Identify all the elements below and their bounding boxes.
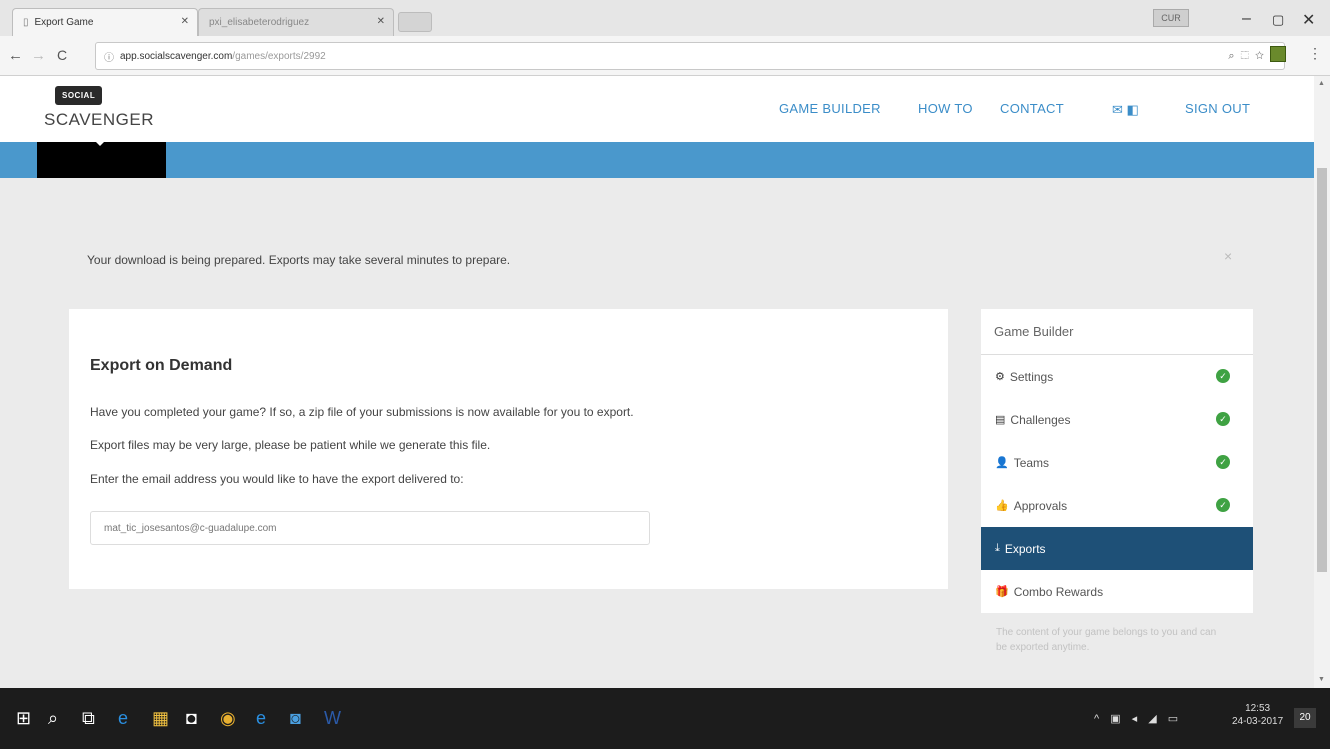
check-icon: ✓ — [1216, 498, 1230, 512]
caret-down-icon — [94, 140, 106, 146]
url-path: /games/exports/2992 — [232, 50, 326, 62]
task-view-icon[interactable]: ⧉ — [82, 708, 95, 729]
scroll-thumb[interactable] — [1317, 168, 1327, 572]
email-field[interactable]: mat_tic_josesantos@c-guadalupe.com — [90, 511, 650, 545]
sidebar-item-combo-rewards[interactable]: 🎁 Combo Rewards — [981, 570, 1253, 613]
windows-start-icon[interactable]: ⊞ — [16, 708, 31, 729]
scroll-down-icon[interactable]: ▼ — [1318, 676, 1325, 683]
sidebar-heading: Game Builder — [981, 309, 1253, 355]
sidebar-item-label: Exports — [1004, 541, 1046, 556]
sidebar-item-approvals[interactable]: 👍 Approvals ✓ — [981, 484, 1253, 527]
tab-label: Export Game — [34, 17, 94, 28]
notification-icon[interactable]: 20 — [1294, 708, 1316, 728]
notice-close-icon[interactable]: × — [1224, 248, 1232, 264]
sidebar-item-challenges[interactable]: ▤ Challenges ✓ — [981, 398, 1253, 441]
browser-tab-strip: ▯ Export Game ✕ pxi_elisabeterodriguez ✕… — [0, 0, 1330, 36]
app-icon[interactable]: ◙ — [290, 708, 301, 729]
logo-tab-block — [37, 140, 166, 178]
check-icon: ✓ — [1216, 369, 1230, 383]
tab-export-game[interactable]: ▯ Export Game ✕ — [12, 8, 198, 36]
system-tray-icons[interactable]: ^ ▣ ◂ ◢ ▭ — [1094, 712, 1182, 725]
window-close-icon[interactable]: ✕ — [1302, 10, 1315, 30]
windows-taskbar: ⊞ ⌕ ⧉ e ▦ ◘ ◉ e ◙ W ^ ▣ ◂ ◢ ▭ 12:53 24-0… — [0, 688, 1330, 749]
chrome-icon[interactable]: ◉ — [220, 708, 236, 729]
tab-second[interactable]: pxi_elisabeterodriguez ✕ — [198, 8, 394, 36]
sidebar-item-label: Approvals — [1013, 498, 1068, 513]
forward-icon[interactable]: → — [31, 47, 46, 64]
restore-icon[interactable]: ▢ — [1272, 12, 1284, 28]
export-panel: Export on Demand Have you completed your… — [69, 309, 948, 589]
nav-contact[interactable]: CONTACT — [1000, 101, 1064, 116]
word-icon[interactable]: W — [324, 708, 341, 729]
logo-text[interactable]: SCAVENGER — [44, 110, 154, 130]
sidebar-item-label: Settings — [1009, 369, 1054, 384]
nav-how-to[interactable]: HOW TO — [918, 101, 973, 116]
sidebar-note: The content of your game belongs to you … — [996, 627, 1217, 653]
back-icon[interactable]: ← — [8, 47, 23, 64]
clock[interactable]: 12:53 24-03-2017 — [1232, 702, 1283, 728]
nav-game-builder[interactable]: GAME BUILDER — [779, 101, 881, 116]
new-tab-button[interactable] — [398, 12, 432, 32]
page-scrollbar[interactable]: ▲ ▼ — [1314, 76, 1330, 688]
profile-badge[interactable]: CUR — [1153, 9, 1189, 27]
reload-icon[interactable]: C — [57, 47, 67, 63]
mail-icon[interactable]: ✉ ◧ — [1112, 102, 1139, 118]
page-icon: ▯ — [23, 17, 29, 28]
sidebar-item-label: Challenges — [1010, 412, 1071, 427]
sidebar-item-settings[interactable]: ⚙ Settings ✓ — [981, 355, 1253, 398]
download-icon: ⤓ — [995, 542, 1000, 554]
close-icon[interactable]: ✕ — [181, 16, 189, 27]
sidebar-item-teams[interactable]: 👤 Teams ✓ — [981, 441, 1253, 484]
banner-bar — [0, 142, 1314, 178]
site-header: SOCIAL SCAVENGER GAME BUILDER HOW TO CON… — [0, 76, 1314, 142]
file-explorer-icon[interactable]: ▦ — [152, 708, 169, 729]
notice-message: Your download is being prepared. Exports… — [87, 253, 511, 267]
panel-text-3: Enter the email address you would like t… — [90, 472, 464, 486]
clock-time: 12:53 — [1245, 703, 1271, 714]
nav-sign-out[interactable]: SIGN OUT — [1185, 101, 1250, 116]
panel-title: Export on Demand — [90, 357, 233, 374]
edge-icon[interactable]: e — [118, 708, 128, 729]
store-icon[interactable]: ◘ — [186, 708, 197, 729]
panel-text-1: Have you completed your game? If so, a z… — [90, 405, 634, 419]
game-builder-sidebar: Game Builder ⚙ Settings ✓ ▤ Challenges ✓… — [981, 309, 1253, 655]
page-viewport: SOCIAL SCAVENGER GAME BUILDER HOW TO CON… — [0, 76, 1314, 688]
minimize-icon[interactable]: – — [1242, 10, 1251, 28]
thumbs-up-icon: 👍 — [995, 500, 1009, 512]
person-icon: 👤 — [995, 457, 1009, 469]
scroll-up-icon[interactable]: ▲ — [1318, 80, 1325, 87]
url-domain: app.socialscavenger.com — [120, 50, 233, 62]
gear-icon: ⚙ — [995, 371, 1005, 383]
sidebar-item-label: Teams — [1013, 455, 1050, 470]
clock-date: 24-03-2017 — [1232, 716, 1284, 727]
list-icon: ▤ — [995, 414, 1006, 426]
sidebar-item-exports[interactable]: ⤓ Exports — [981, 527, 1253, 570]
info-icon[interactable]: ⓘ — [104, 49, 114, 64]
internet-explorer-icon[interactable]: e — [256, 708, 266, 729]
browser-toolbar: ← → C ⓘ app.socialscavenger.com /games/e… — [0, 36, 1330, 76]
panel-text-2: Export files may be very large, please b… — [90, 438, 491, 452]
tab-label: pxi_elisabeterodriguez — [209, 17, 310, 28]
extension-icon[interactable] — [1270, 46, 1286, 62]
omnibox-actions-icons[interactable]: ⌕⬚☆ — [1228, 50, 1270, 63]
address-bar[interactable]: ⓘ app.socialscavenger.com /games/exports… — [95, 42, 1285, 70]
sidebar-item-label: Combo Rewards — [1013, 584, 1104, 599]
search-icon[interactable]: ⌕ — [48, 708, 58, 729]
close-icon[interactable]: ✕ — [377, 16, 385, 27]
check-icon: ✓ — [1216, 412, 1230, 426]
logo-badge[interactable]: SOCIAL — [55, 86, 103, 105]
gift-icon: 🎁 — [995, 586, 1009, 598]
browser-menu-icon[interactable]: ⋮ — [1308, 45, 1322, 62]
check-icon: ✓ — [1216, 455, 1230, 469]
